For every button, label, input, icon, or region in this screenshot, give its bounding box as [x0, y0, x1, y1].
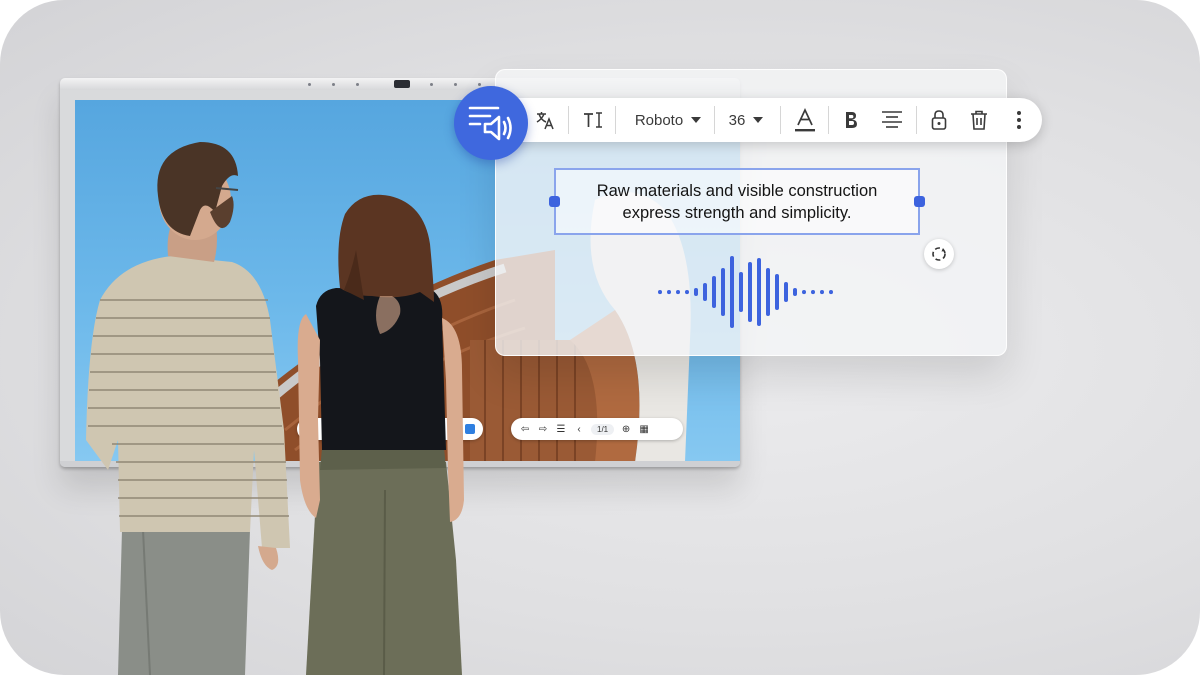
- people-photo: [86, 142, 464, 675]
- scene: ◌ ⇦ ⇨ ☰ ‹ 1/1 ⊕ ▦ Raw materials and visi…: [0, 0, 1200, 675]
- man-figure: [86, 142, 290, 675]
- woman-figure: [297, 194, 464, 675]
